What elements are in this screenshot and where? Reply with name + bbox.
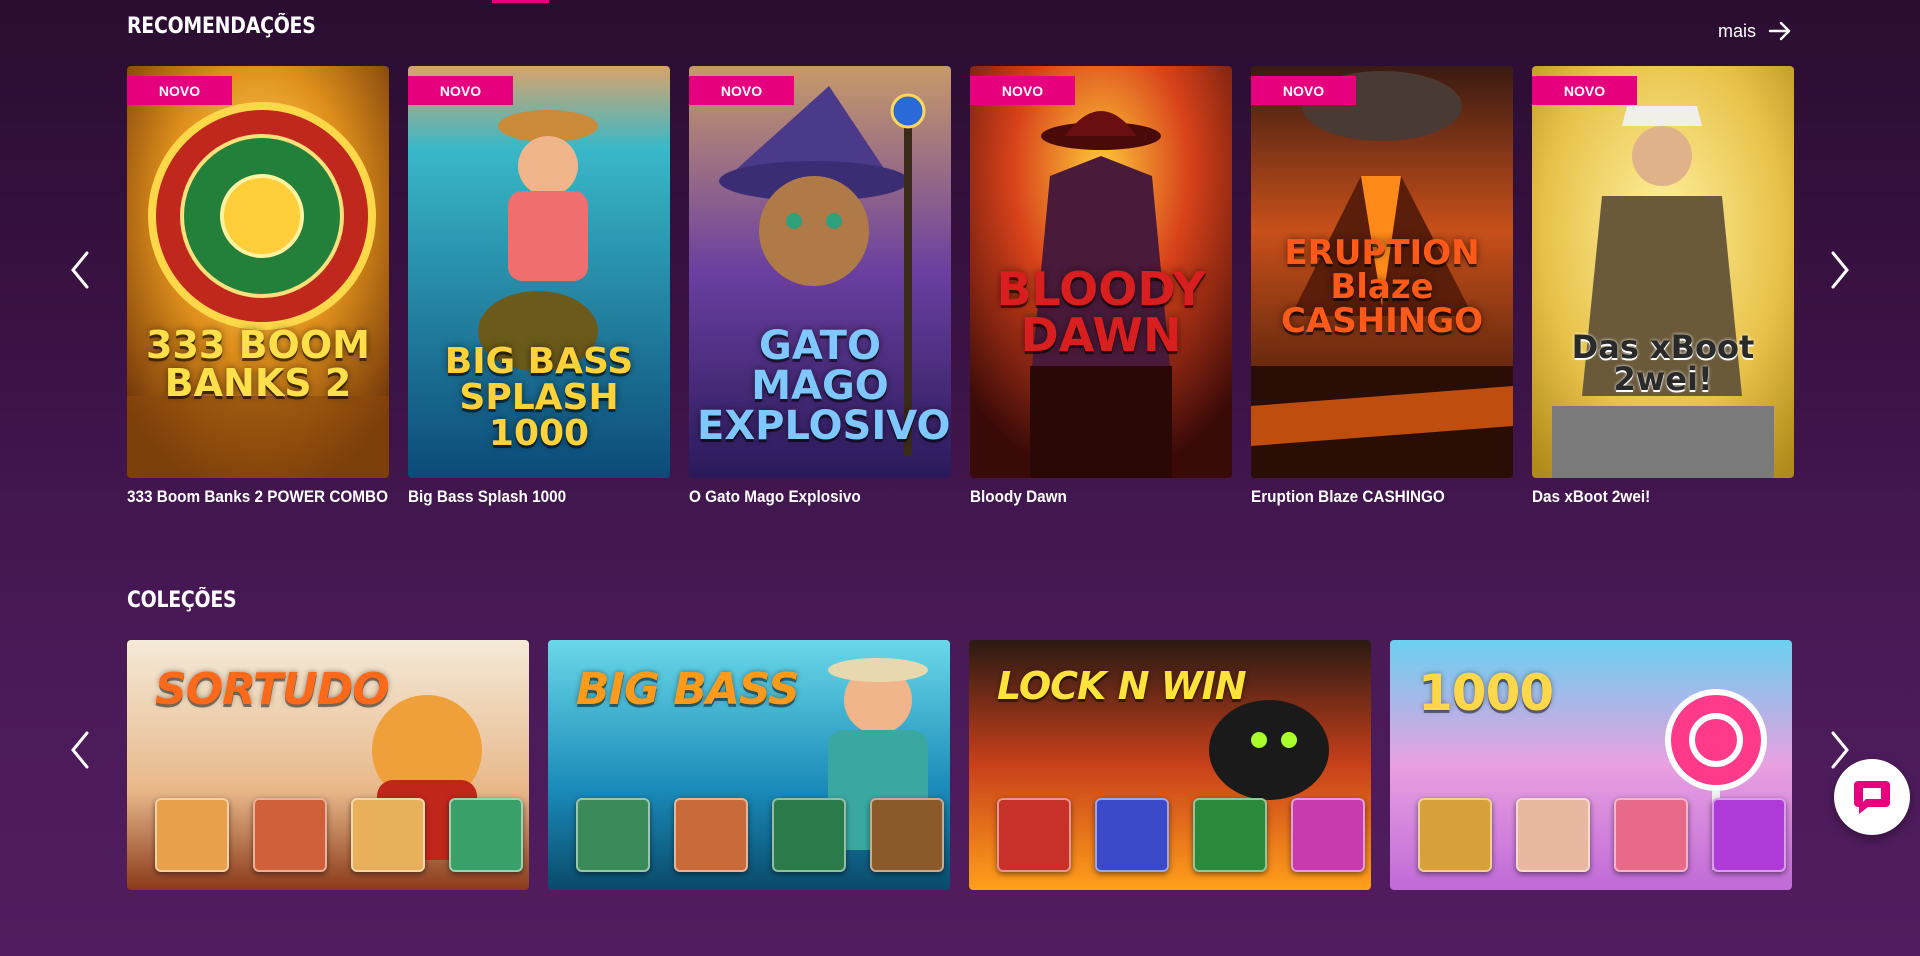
game-thumbnail[interactable]: NOVO BLOODY DAWN	[970, 66, 1232, 478]
game-name: Eruption Blaze CASHINGO	[1251, 487, 1445, 506]
game-tile	[253, 798, 327, 872]
game-thumbnail[interactable]: NOVO BIG BASS SPLASH 1000	[408, 66, 670, 478]
recommendations-prev-button[interactable]	[60, 240, 100, 300]
game-tile	[870, 798, 944, 872]
game-tile	[351, 798, 425, 872]
chevron-left-icon	[71, 251, 89, 289]
recommendations-next-button[interactable]	[1820, 240, 1860, 300]
chevron-right-icon	[1831, 731, 1849, 769]
game-name: O Gato Mago Explosivo	[689, 487, 861, 506]
game-name: Bloody Dawn	[970, 487, 1067, 506]
chevron-right-icon	[1831, 251, 1849, 289]
game-card[interactable]: NOVO BLOODY DAWN Bloody Dawn	[970, 66, 1232, 507]
game-logo: 333 BOOM BANKS 2	[146, 323, 370, 405]
game-logo: GATO MAGO EXPLOSIVO	[697, 323, 951, 449]
game-tile	[772, 798, 846, 872]
collection-tiles	[997, 798, 1365, 872]
new-badge: NOVO	[1532, 76, 1637, 105]
game-tile	[1418, 798, 1492, 872]
game-tile	[1614, 798, 1688, 872]
game-card[interactable]: NOVO ERUPTION Blaze CASHINGO Eruption Bl…	[1251, 66, 1513, 507]
game-card[interactable]: NOVO 333 BOOM BANKS 2 333 Boom Banks 2 P…	[127, 66, 389, 507]
collection-card[interactable]: LOCK N WIN	[969, 640, 1371, 890]
more-label: mais	[1717, 20, 1756, 41]
arrow-right-icon	[1768, 21, 1791, 41]
game-logo: BIG BASS SPLASH 1000	[444, 341, 634, 454]
collection-tiles	[576, 798, 944, 872]
chevron-left-icon	[71, 731, 89, 769]
game-thumbnail[interactable]: NOVO ERUPTION Blaze CASHINGO	[1251, 66, 1513, 478]
new-badge: NOVO	[408, 76, 513, 105]
collection-tiles	[155, 798, 523, 872]
game-tile	[674, 798, 748, 872]
collection-logo: 1000	[1418, 664, 1554, 722]
game-tile	[1193, 798, 1267, 872]
game-card[interactable]: NOVO BIG BASS SPLASH 1000 Big Bass Splas…	[408, 66, 670, 507]
new-badge: NOVO	[1251, 76, 1356, 105]
game-thumbnail[interactable]: NOVO GATO MAGO EXPLOSIVO	[689, 66, 951, 478]
game-thumbnail[interactable]: NOVO Das xBoot 2wei!	[1532, 66, 1794, 478]
collections-prev-button[interactable]	[60, 720, 100, 780]
game-tile	[1516, 798, 1590, 872]
game-name: 333 Boom Banks 2 POWER COMBO	[127, 487, 389, 506]
game-card[interactable]: NOVO GATO MAGO EXPLOSIVO O Gato Mago Exp…	[689, 66, 951, 507]
game-thumbnail[interactable]: NOVO 333 BOOM BANKS 2	[127, 66, 389, 478]
new-badge: NOVO	[689, 76, 794, 105]
collections-carousel: SORTUDO BIG BASS LOCK N WIN 1000	[127, 640, 1792, 890]
collection-logo: LOCK N WIN	[997, 664, 1247, 708]
game-logo: Das xBoot 2wei!	[1571, 328, 1755, 398]
collection-card[interactable]: 1000	[1390, 640, 1792, 890]
new-badge: NOVO	[970, 76, 1075, 105]
game-tile	[997, 798, 1071, 872]
game-name: Das xBoot 2wei!	[1532, 487, 1651, 506]
game-tile	[1095, 798, 1169, 872]
active-tab-indicator	[492, 0, 549, 3]
game-name: Big Bass Splash 1000	[408, 487, 567, 506]
recommendations-title: RECOMENDAÇÕES	[127, 14, 316, 39]
collection-card[interactable]: BIG BASS	[548, 640, 950, 890]
game-tile	[1712, 798, 1786, 872]
collections-title: COLEÇÕES	[127, 588, 237, 613]
game-tile	[155, 798, 229, 872]
new-badge: NOVO	[127, 76, 232, 105]
recommendations-carousel: NOVO 333 BOOM BANKS 2 333 Boom Banks 2 P…	[127, 66, 1794, 507]
collection-card[interactable]: SORTUDO	[127, 640, 529, 890]
chat-bubble-icon	[1854, 781, 1890, 814]
game-tile	[449, 798, 523, 872]
game-logo: BLOODY DAWN	[996, 262, 1206, 362]
game-tile	[576, 798, 650, 872]
game-logo: ERUPTION Blaze CASHINGO	[1280, 233, 1484, 341]
collection-logo: SORTUDO	[155, 664, 390, 715]
chat-button[interactable]	[1834, 759, 1910, 835]
collection-tiles	[1418, 798, 1786, 872]
game-card[interactable]: NOVO Das xBoot 2wei! Das xBoot 2wei!	[1532, 66, 1794, 507]
more-link[interactable]: mais	[1718, 14, 1792, 48]
game-tile	[1291, 798, 1365, 872]
collection-logo: BIG BASS	[576, 664, 800, 715]
